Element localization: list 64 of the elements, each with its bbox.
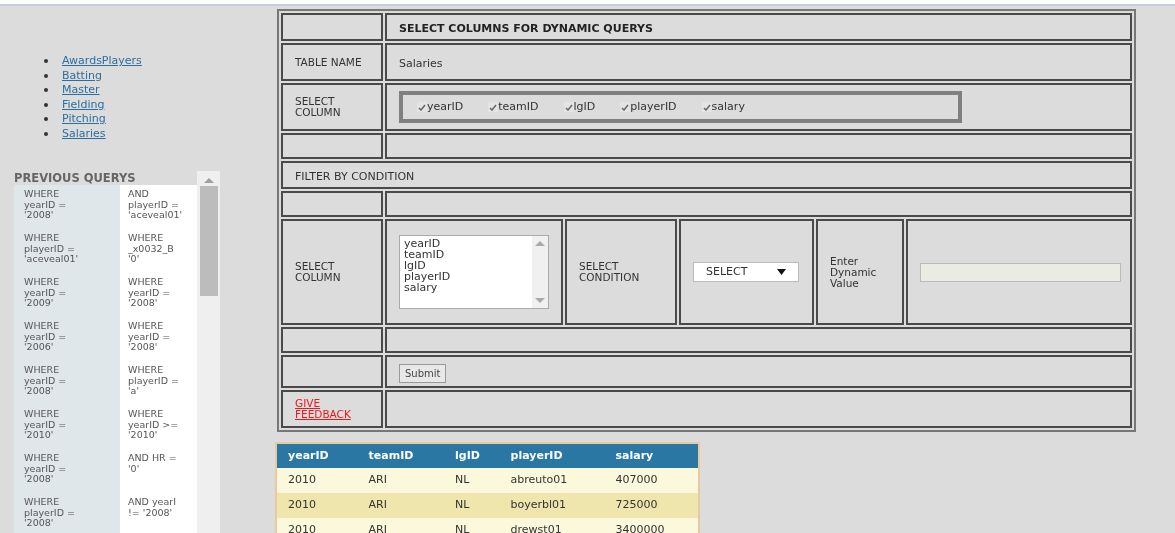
form-title: SELECT COLUMNS FOR DYNAMIC QUERYS	[399, 22, 653, 35]
listbox-option[interactable]: teamID	[404, 249, 532, 260]
table-cell: ARI	[357, 493, 445, 518]
query-item[interactable]: WHERE playerID = 'a'	[120, 361, 197, 405]
field-label: SELECT COLUMN	[295, 96, 342, 118]
listbox-option[interactable]: playerID	[404, 271, 532, 282]
listbox-option[interactable]: lgID	[404, 260, 532, 271]
table-link[interactable]: Pitching	[62, 111, 106, 128]
query-item[interactable]: WHERE _x0032_B '0'	[120, 229, 197, 273]
query-item[interactable]: AND HR = '0'	[120, 449, 197, 493]
section-title: PREVIOUS QUERYS	[14, 171, 137, 185]
query-item[interactable]: WHERE yearID = '2009'	[14, 273, 120, 317]
table-cell: 3400000	[604, 518, 699, 533]
column-checkbox[interactable]: playerID	[620, 98, 677, 116]
column-listbox[interactable]: yearID teamID lgID playerID salary	[399, 235, 549, 309]
table-cell: NL	[444, 518, 500, 533]
table-cell: 407000	[604, 468, 699, 493]
query-item[interactable]: AND playerID = 'aceveal01'	[120, 185, 197, 229]
column-header: lgID	[444, 443, 500, 468]
table-link[interactable]: AwardsPlayers	[62, 53, 142, 70]
column-checkbox[interactable]: teamID	[488, 98, 539, 116]
query-item[interactable]: WHERE yearID = '2008'	[14, 361, 120, 405]
column-header: teamID	[357, 443, 445, 468]
table-cell: NL	[444, 468, 500, 493]
query-item[interactable]: WHERE yearID = '2008'	[14, 449, 120, 493]
table-link[interactable]: Master	[62, 82, 100, 99]
table-link[interactable]: Batting	[62, 67, 102, 84]
query-item[interactable]: WHERE yearID = '2010'	[14, 405, 120, 449]
table-cell: 2010	[276, 493, 358, 518]
column-header: playerID	[499, 443, 605, 468]
column-checkbox[interactable]: salary	[701, 98, 745, 116]
column-header: salary	[604, 443, 699, 468]
submit-button[interactable]: Submit	[399, 363, 447, 383]
field-label: SELECT COLUMN	[295, 261, 342, 283]
field-label: Enter Dynamic Value	[830, 255, 878, 289]
section-heading: FILTER BY CONDITION	[295, 170, 415, 183]
listbox-option[interactable]: yearID	[404, 238, 532, 249]
query-item[interactable]: WHERE playerID = '2008'	[14, 493, 120, 533]
table-cell: ARI	[357, 518, 445, 533]
table-name: Salaries	[399, 57, 443, 70]
condition-select[interactable]: SELECT	[693, 262, 799, 282]
table-cell: 2010	[276, 468, 358, 493]
query-item[interactable]: WHERE yearID >= '2010'	[120, 405, 197, 449]
query-item[interactable]: WHERE yearID = '2008'	[120, 273, 197, 317]
query-item[interactable]: WHERE yearID = '2008'	[120, 317, 197, 361]
table-cell: 725000	[604, 493, 699, 518]
field-label: SELECT CONDITION	[579, 261, 641, 283]
table-cell: ARI	[357, 468, 445, 493]
column-header: yearID	[276, 443, 358, 468]
listbox-option[interactable]: salary	[404, 282, 532, 293]
table-cell: 2010	[276, 518, 358, 533]
table-link[interactable]: Salaries	[62, 125, 106, 142]
table-cell: drewst01	[499, 518, 605, 533]
query-item[interactable]: WHERE yearID = '2008'	[14, 185, 120, 229]
query-item[interactable]: WHERE yearID = '2006'	[14, 317, 120, 361]
column-checkbox[interactable]: lgID	[563, 98, 596, 116]
query-item[interactable]: AND yearI != '2008'	[120, 493, 197, 533]
table-cell: abreuto01	[499, 468, 605, 493]
table-cell: boyerbl01	[499, 493, 605, 518]
field-label: TABLE NAME	[295, 56, 363, 68]
table-cell: NL	[444, 493, 500, 518]
table-link[interactable]: Fielding	[62, 96, 105, 113]
column-checkbox[interactable]: yearID	[417, 98, 464, 116]
query-item[interactable]: WHERE playerID = 'aceveal01'	[14, 229, 120, 273]
